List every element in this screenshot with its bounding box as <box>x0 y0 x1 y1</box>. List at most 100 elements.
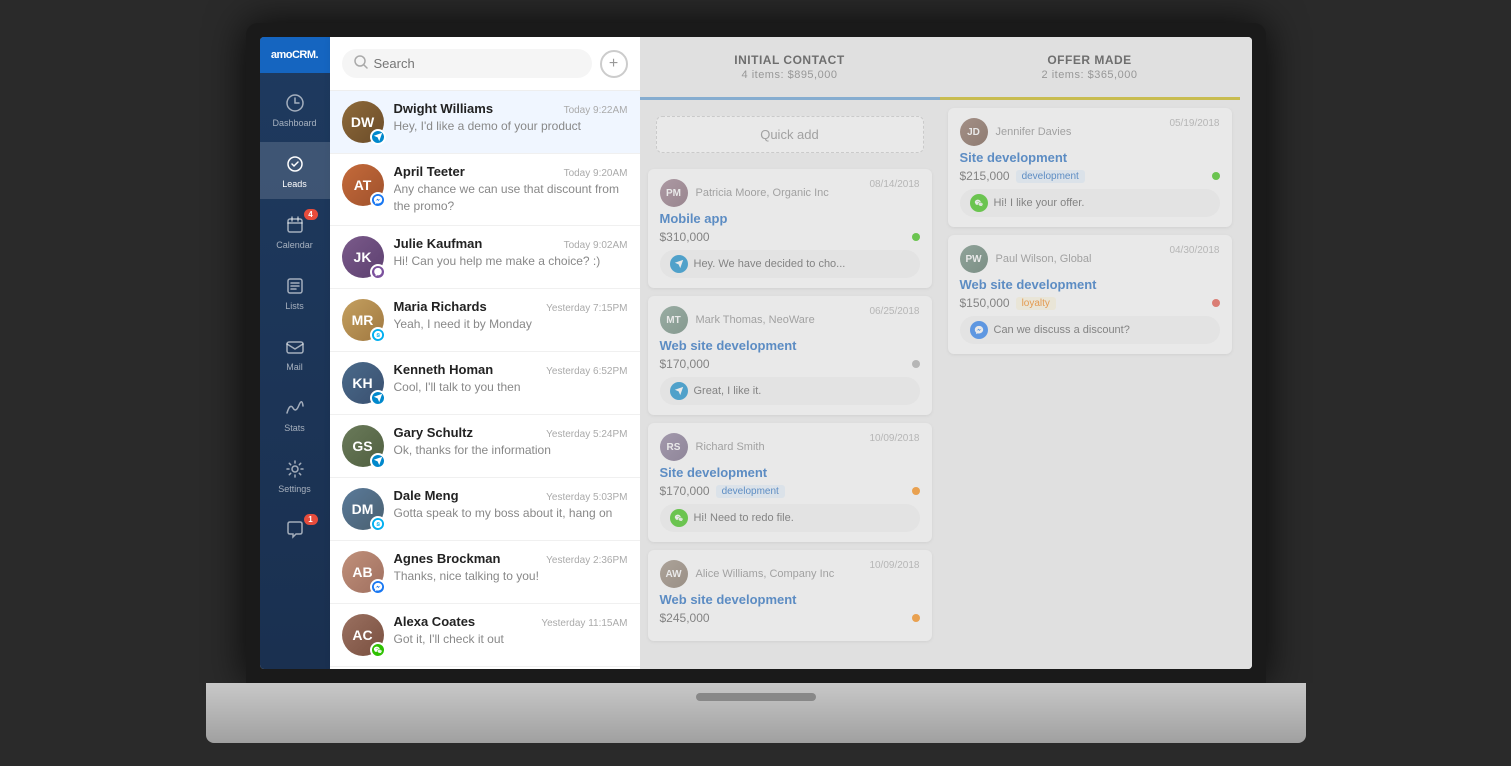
chat-item[interactable]: AC Alexa Coates Yesterday 11:15AM Got it… <box>330 604 640 667</box>
chat-header: Dwight Williams Today 9:22AM <box>394 101 628 116</box>
chat-time: Yesterday 7:15PM <box>546 303 627 314</box>
chat-header: Dale Meng Yesterday 5:03PM <box>394 488 628 503</box>
card-date: 10/09/2018 <box>869 433 919 444</box>
sidebar-item-chat[interactable]: 1 <box>260 508 330 552</box>
msg-type-icon <box>970 194 988 212</box>
sidebar-item-leads[interactable]: Leads <box>260 142 330 199</box>
card-avatar: AW <box>660 560 688 588</box>
messenger-badge <box>370 327 386 343</box>
msg-type-icon <box>670 382 688 400</box>
card-date: 05/19/2018 <box>1169 118 1219 129</box>
card-contact: Alice Williams, Company Inc <box>696 568 835 580</box>
chat-item[interactable]: JK Julie Kaufman Today 9:02AM Hi! Can yo… <box>330 226 640 289</box>
mail-label: Mail <box>286 362 303 372</box>
chat-icon <box>283 518 307 542</box>
card-amount-row: $245,000 <box>660 611 920 625</box>
crm-card[interactable]: MT Mark Thomas, NeoWare 06/25/2018 Web s… <box>648 296 932 415</box>
chat-item[interactable]: MR Maria Richards Yesterday 7:15PM Yeah,… <box>330 289 640 352</box>
card-header-row: RS Richard Smith 10/09/2018 <box>660 433 920 461</box>
chat-name: Kenneth Homan <box>394 362 494 377</box>
card-status-dot <box>1212 172 1220 180</box>
sidebar-item-lists[interactable]: Lists <box>260 264 330 321</box>
chat-item[interactable]: AB Agnes Brockman Yesterday 2:36PM Thank… <box>330 541 640 604</box>
mail-icon <box>283 335 307 359</box>
chat-item[interactable]: KH Kenneth Homan Yesterday 6:52PM Cool, … <box>330 352 640 415</box>
pipeline-column-initial_contact: INITIAL CONTACT 4 items: $895,000 Quick … <box>640 37 940 669</box>
chat-item[interactable]: GS Gary Schultz Yesterday 5:24PM Ok, tha… <box>330 415 640 478</box>
add-chat-button[interactable]: + <box>600 50 628 78</box>
chat-header: Agnes Brockman Yesterday 2:36PM <box>394 551 628 566</box>
card-status-dot <box>912 233 920 241</box>
chat-time: Today 9:20AM <box>564 168 628 179</box>
chat-panel: + DW Dwight Williams Today 9:22AM Hey, I… <box>330 37 640 669</box>
calendar-icon <box>283 213 307 237</box>
leads-icon <box>283 152 307 176</box>
column-subtitle: 4 items: $895,000 <box>656 69 924 81</box>
card-status-dot <box>912 360 920 368</box>
messenger-badge <box>370 642 386 658</box>
sidebar-item-mail[interactable]: Mail <box>260 325 330 382</box>
chat-content: Julie Kaufman Today 9:02AM Hi! Can you h… <box>394 236 628 270</box>
chat-time: Yesterday 2:36PM <box>546 555 627 566</box>
lists-label: Lists <box>285 301 304 311</box>
crm-card[interactable]: JD Jennifer Davies 05/19/2018 Site devel… <box>948 108 1232 227</box>
sidebar-item-dashboard[interactable]: Dashboard <box>260 81 330 138</box>
calendar-label: Calendar <box>276 240 313 250</box>
stats-label: Stats <box>284 423 305 433</box>
nav-items: Dashboard Leads 4 <box>260 73 330 669</box>
card-status-dot <box>912 487 920 495</box>
logo: amoCRM. <box>260 37 330 73</box>
chat-item[interactable]: DM Dale Meng Yesterday 5:03PM Gotta spea… <box>330 478 640 541</box>
card-date: 04/30/2018 <box>1169 245 1219 256</box>
avatar: MR <box>342 299 384 341</box>
card-amount: $215,000 <box>960 169 1010 183</box>
messenger-badge <box>370 516 386 532</box>
quick-add-button[interactable]: Quick add <box>656 116 924 153</box>
sidebar-item-stats[interactable]: Stats <box>260 386 330 443</box>
column-cards: Quick add PM Patricia Moore, Organic Inc… <box>640 100 940 669</box>
sidebar-item-settings[interactable]: Settings <box>260 447 330 504</box>
chat-item[interactable]: DW Dwight Williams Today 9:22AM Hey, I'd… <box>330 91 640 154</box>
chat-content: Agnes Brockman Yesterday 2:36PM Thanks, … <box>394 551 628 585</box>
search-box[interactable] <box>342 49 592 78</box>
chat-badge: 1 <box>304 514 318 525</box>
chat-item[interactable]: AT April Teeter Today 9:20AM Any chance … <box>330 154 640 226</box>
card-tag: loyalty <box>1016 297 1056 310</box>
crm-card[interactable]: PM Patricia Moore, Organic Inc 08/14/201… <box>648 169 932 288</box>
messenger-badge <box>370 192 386 208</box>
card-amount-row: $150,000 loyalty <box>960 296 1220 310</box>
chat-header: Julie Kaufman Today 9:02AM <box>394 236 628 251</box>
avatar: DW <box>342 101 384 143</box>
search-input[interactable] <box>374 56 580 71</box>
card-deal: Web site development <box>960 277 1220 292</box>
messenger-badge <box>370 453 386 469</box>
avatar: AB <box>342 551 384 593</box>
settings-icon <box>283 457 307 481</box>
crm-card[interactable]: AW Alice Williams, Company Inc 10/09/201… <box>648 550 932 641</box>
message-text: Hey. We have decided to cho... <box>694 258 846 270</box>
card-message: Great, I like it. <box>660 377 920 405</box>
chat-preview: Got it, I'll check it out <box>394 631 628 648</box>
laptop-base <box>206 683 1306 743</box>
chat-preview: Yeah, I need it by Monday <box>394 316 628 333</box>
sidebar-item-calendar[interactable]: 4 Calendar <box>260 203 330 260</box>
message-text: Hi! Need to redo file. <box>694 512 794 524</box>
avatar: KH <box>342 362 384 404</box>
chat-content: Dale Meng Yesterday 5:03PM Gotta speak t… <box>394 488 628 522</box>
crm-card[interactable]: PW Paul Wilson, Global 04/30/2018 Web si… <box>948 235 1232 354</box>
chat-preview: Gotta speak to my boss about it, hang on <box>394 505 628 522</box>
dashboard-icon <box>283 91 307 115</box>
avatar: AT <box>342 164 384 206</box>
chat-name: April Teeter <box>394 164 465 179</box>
card-amount: $245,000 <box>660 611 710 625</box>
chat-search-area: + <box>330 37 640 91</box>
chat-list: DW Dwight Williams Today 9:22AM Hey, I'd… <box>330 91 640 669</box>
card-deal: Site development <box>660 465 920 480</box>
crm-card[interactable]: RS Richard Smith 10/09/2018 Site develop… <box>648 423 932 542</box>
chat-header: Gary Schultz Yesterday 5:24PM <box>394 425 628 440</box>
chat-content: Maria Richards Yesterday 7:15PM Yeah, I … <box>394 299 628 333</box>
calendar-badge: 4 <box>304 209 318 220</box>
stats-icon <box>283 396 307 420</box>
card-date: 10/09/2018 <box>869 560 919 571</box>
chat-preview: Ok, thanks for the information <box>394 442 628 459</box>
